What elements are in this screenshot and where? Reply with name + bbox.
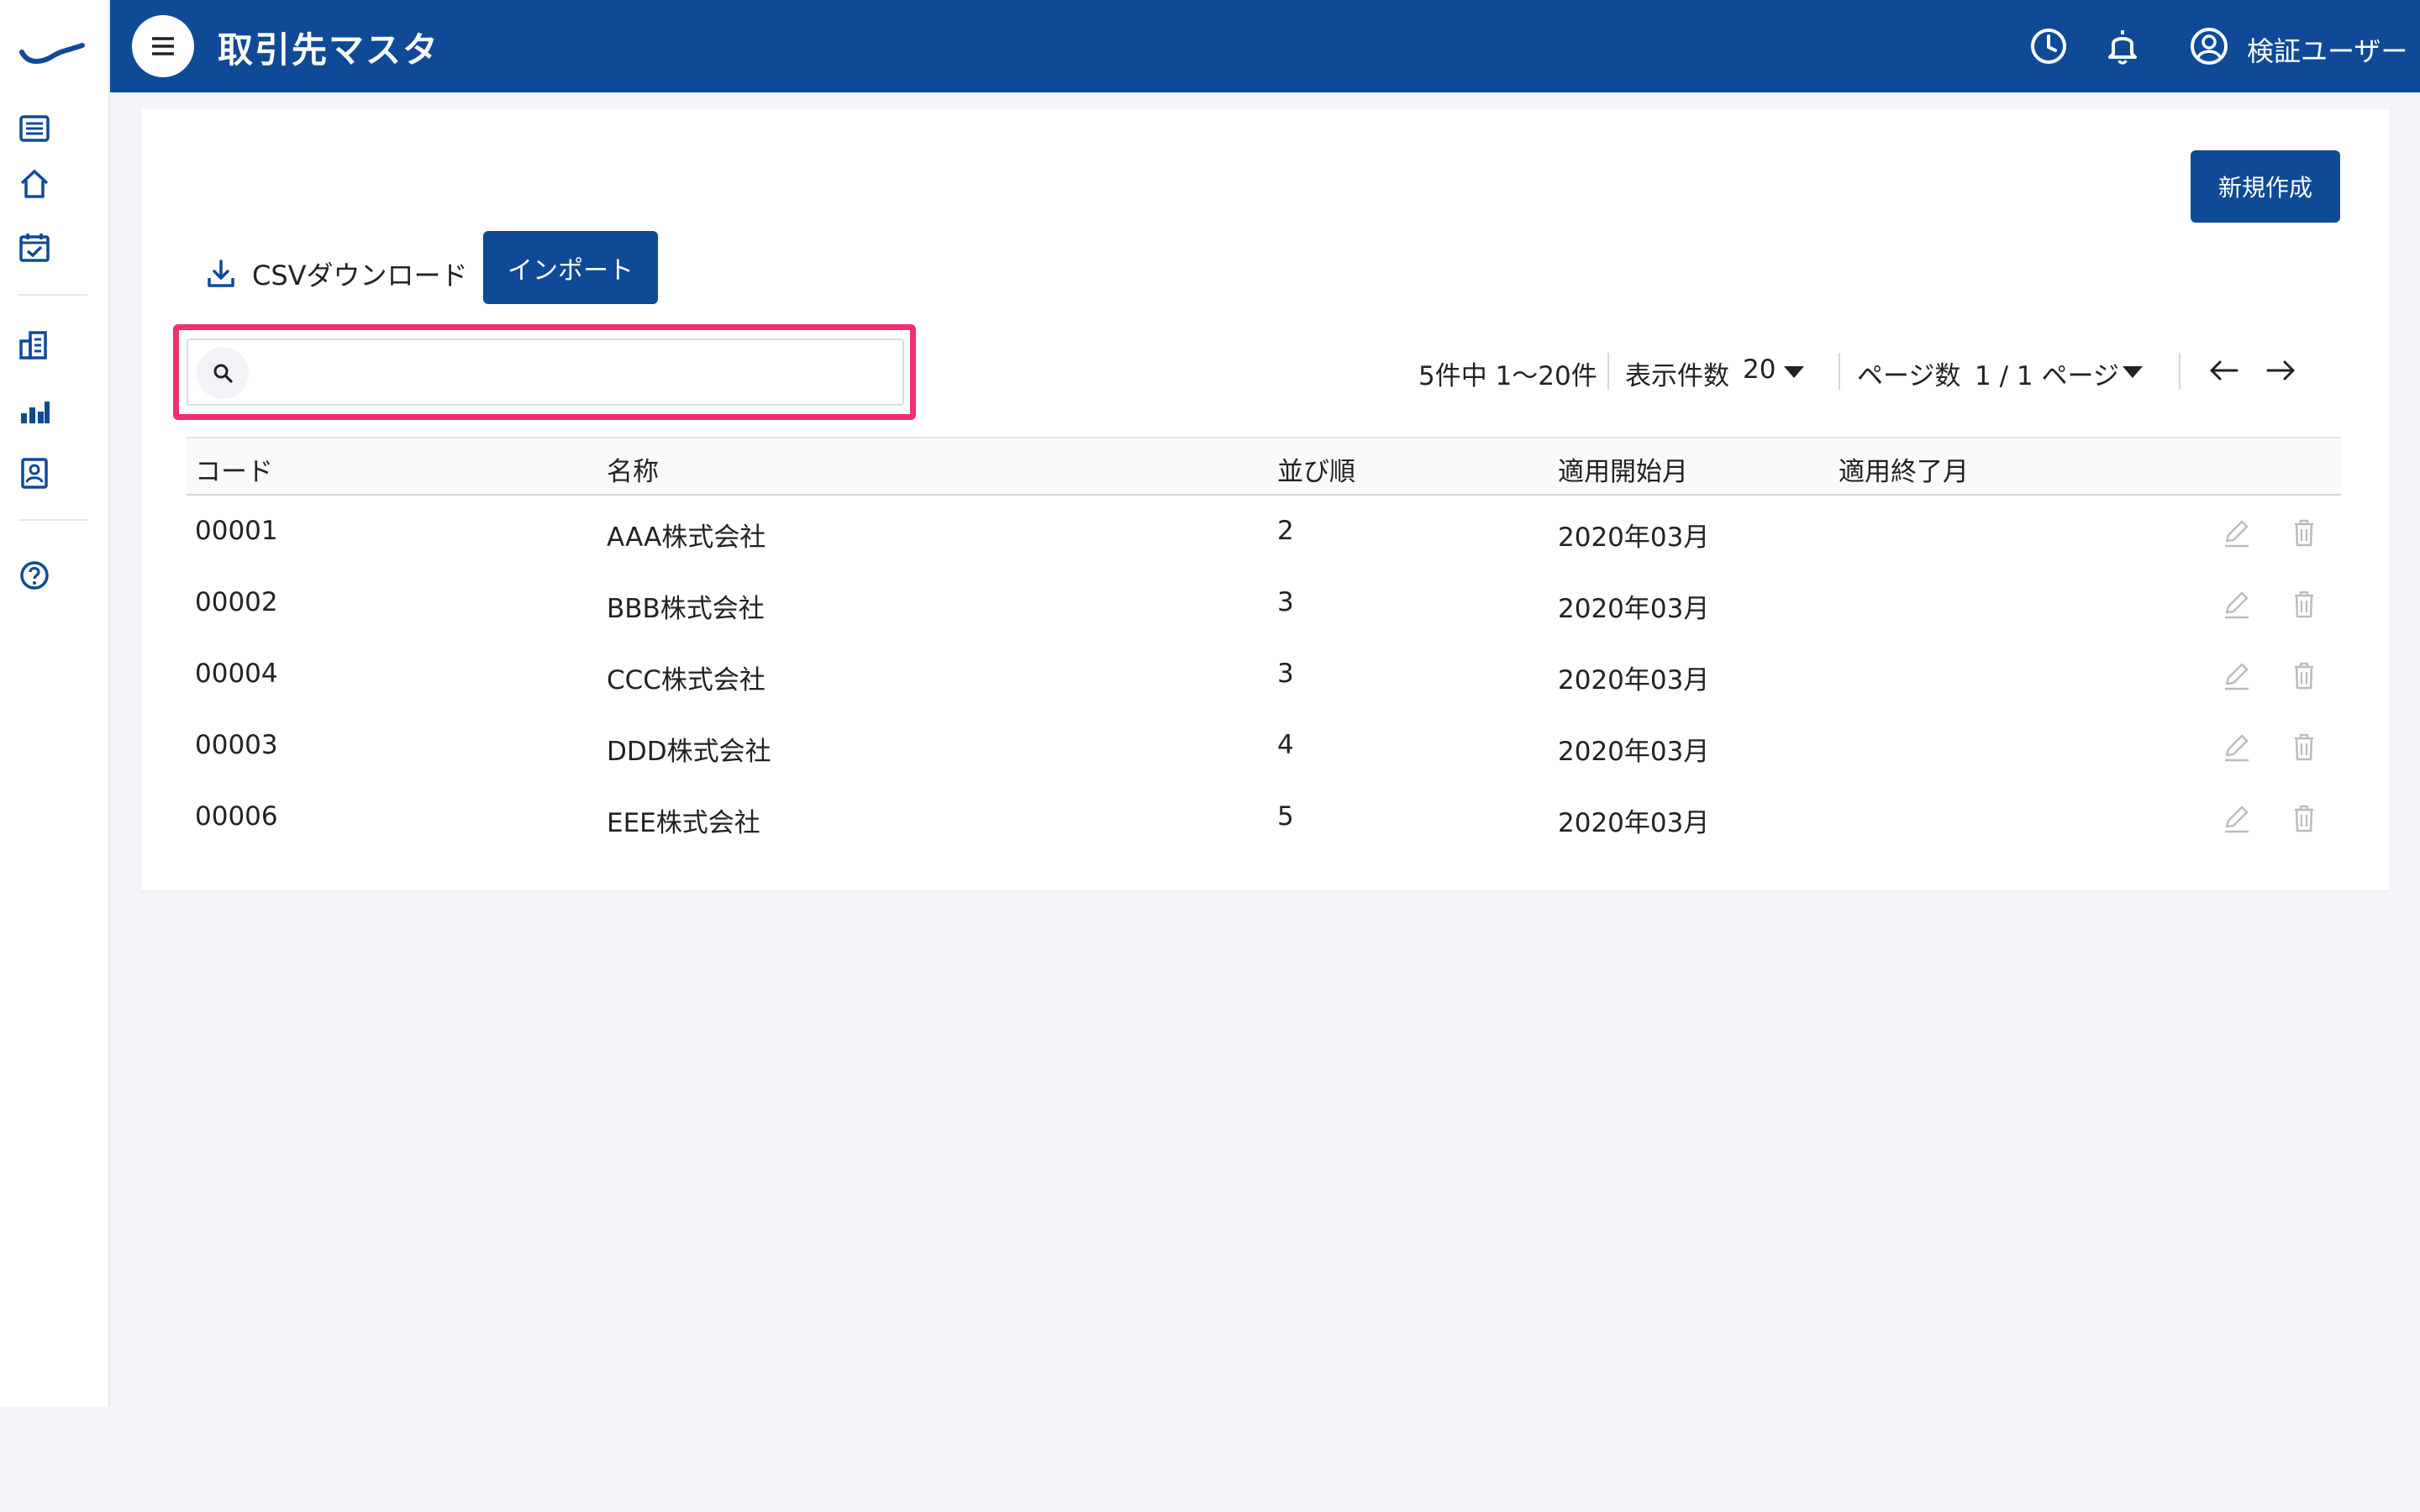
cell-code: 00006 [195, 801, 278, 832]
cell-start-month: 2020年03月 [1558, 594, 1710, 624]
cell-order: 2 [1277, 516, 1294, 546]
table-row[interactable]: 00006 EEE株式会社 5 2020年03月 [187, 785, 2341, 856]
delete-trash-icon[interactable] [2287, 730, 2321, 764]
csv-download-label: CSVダウンロード [252, 260, 468, 291]
edit-pencil-icon[interactable] [2220, 801, 2254, 835]
cell-name: DDD株式会社 [607, 737, 771, 767]
table-row[interactable]: 00002 BBB株式会社 3 2020年03月 [187, 570, 2341, 642]
column-header-start-month: 適用開始月 [1558, 457, 1688, 487]
column-header-name: 名称 [607, 457, 659, 487]
column-header-end-month: 適用終了月 [1839, 457, 1969, 487]
cell-name: CCC株式会社 [607, 665, 765, 696]
table-row[interactable]: 00004 CCC株式会社 3 2020年03月 [187, 642, 2341, 713]
sidebar-divider [18, 519, 87, 521]
search-input[interactable] [255, 345, 897, 401]
delete-trash-icon[interactable] [2287, 801, 2321, 835]
user-name[interactable]: 検証ユーザー [2247, 30, 2407, 69]
history-clock-icon[interactable] [2028, 25, 2070, 67]
per-page-dropdown-icon[interactable] [1784, 366, 1804, 378]
sidebar-divider [18, 294, 87, 296]
download-icon [208, 260, 234, 287]
page-value[interactable]: 1 / 1 ページ [1975, 354, 2119, 392]
user-avatar-icon[interactable] [2188, 25, 2230, 67]
cell-order: 3 [1277, 659, 1294, 689]
per-page-label: 表示件数 [1625, 361, 1729, 391]
table-header: コード 名称 並び順 適用開始月 適用終了月 [187, 437, 2341, 496]
cell-order: 3 [1277, 587, 1294, 617]
column-header-code: コード [195, 457, 273, 487]
edit-pencil-icon[interactable] [2220, 516, 2254, 549]
cell-code: 00002 [195, 587, 278, 617]
table-row[interactable]: 00003 DDD株式会社 4 2020年03月 [187, 713, 2341, 785]
cell-code: 00001 [195, 516, 278, 546]
cell-start-month: 2020年03月 [1558, 808, 1710, 838]
cell-order: 4 [1277, 730, 1294, 760]
edit-pencil-icon[interactable] [2220, 659, 2254, 692]
new-button[interactable]: 新規作成 [2191, 150, 2340, 223]
delete-trash-icon[interactable] [2287, 516, 2321, 549]
cell-order: 5 [1277, 801, 1294, 832]
prev-page-button[interactable] [2205, 351, 2244, 390]
delete-trash-icon[interactable] [2287, 587, 2321, 621]
app-header: 取引先マスタ 検証ユーザー [110, 0, 2420, 92]
page-label: ページ数 [1857, 361, 1961, 391]
cell-code: 00003 [195, 730, 278, 760]
cell-start-month: 2020年03月 [1558, 737, 1710, 767]
table-row[interactable]: 00001 AAA株式会社 2 2020年03月 [187, 499, 2341, 570]
cell-start-month: 2020年03月 [1558, 665, 1710, 696]
cell-name: AAA株式会社 [607, 522, 766, 553]
cell-code: 00004 [195, 659, 278, 689]
cell-start-month: 2020年03月 [1558, 522, 1710, 553]
cell-name: EEE株式会社 [607, 808, 760, 838]
bell-icon[interactable] [2102, 25, 2144, 67]
search-icon [213, 364, 233, 383]
record-range: 5件中 1〜20件 [1418, 361, 1597, 391]
page-dropdown-icon[interactable] [2123, 366, 2143, 378]
pager-divider [2179, 353, 2181, 390]
cell-name: BBB株式会社 [607, 594, 765, 624]
contact-card-icon[interactable] [17, 455, 52, 491]
column-header-order: 並び順 [1277, 457, 1355, 487]
help-icon[interactable] [17, 558, 52, 593]
hamburger-icon [152, 37, 174, 55]
sidebar [0, 0, 110, 1407]
list-icon[interactable] [17, 111, 52, 146]
next-page-button[interactable] [2261, 351, 2300, 390]
edit-pencil-icon[interactable] [2220, 730, 2254, 764]
csv-download-button[interactable]: CSVダウンロード [205, 249, 468, 299]
calendar-check-icon[interactable] [17, 230, 52, 265]
search-button[interactable] [197, 347, 249, 399]
import-button[interactable]: インポート [483, 231, 658, 304]
content-card: 新規作成 CSVダウンロード インポート 5件中 1〜20件 表示件数 20 ペ… [141, 109, 2390, 890]
page-title: 取引先マスタ [218, 29, 440, 71]
menu-button[interactable] [132, 15, 194, 77]
per-page-value[interactable]: 20 [1743, 354, 1776, 385]
bar-chart-icon[interactable] [17, 393, 52, 428]
edit-pencil-icon[interactable] [2220, 587, 2254, 621]
home-icon[interactable] [17, 166, 52, 202]
logo [19, 43, 85, 64]
search-box [187, 339, 904, 406]
delete-trash-icon[interactable] [2287, 659, 2321, 692]
pager-divider [1839, 353, 1840, 390]
building-icon[interactable] [17, 328, 52, 363]
pager-divider [1607, 353, 1609, 390]
